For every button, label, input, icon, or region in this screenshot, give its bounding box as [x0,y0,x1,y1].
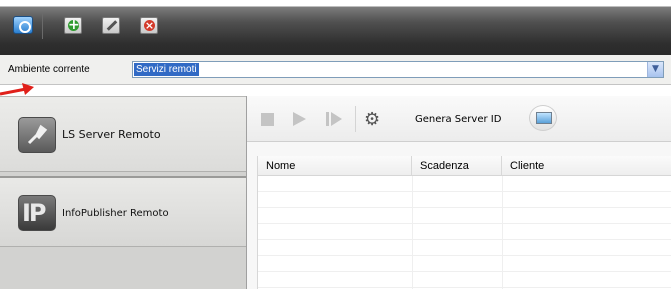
home-button[interactable] [12,14,34,36]
red-arrow-icon [0,83,34,96]
column-header-cliente[interactable]: Cliente [502,156,671,176]
table-row[interactable] [258,224,671,240]
sidebar-item-ls-server[interactable]: LS Server Remoto [0,96,246,172]
add-icon [64,16,82,34]
ls-server-icon [18,117,56,153]
stop-button[interactable] [261,108,275,130]
generate-server-id-label: Genera Server ID [415,113,502,125]
step-forward-icon [326,112,342,126]
column-header-nome[interactable]: Nome [258,156,412,176]
sidebar-item-infopublisher[interactable]: IP InfoPublisher Remoto [0,176,246,247]
table-row[interactable] [258,240,671,256]
toolbar-separator [355,106,356,132]
home-icon [13,16,33,34]
sidebar: LS Server Remoto IP InfoPublisher Remoto [0,96,246,289]
monitor-icon[interactable] [529,105,557,131]
toolbar-separator [42,13,43,39]
table-header: Nome Scadenza Cliente [258,156,671,176]
environment-bar: Ambiente corrente Servizi remoti ▼ [0,55,671,85]
infopublisher-icon: IP [18,195,56,231]
table-row[interactable] [258,208,671,224]
application-window: Ambiente corrente Servizi remoti ▼ LS Se… [0,0,671,289]
chevron-down-icon[interactable]: ▼ [647,62,663,77]
delete-button[interactable] [138,14,160,36]
top-toolbar [0,0,671,55]
edit-button[interactable] [100,14,122,36]
main-panel: ⚙ Genera Server ID Nome Scadenza Cliente [246,96,671,289]
environment-select[interactable]: Servizi remoti ▼ [132,61,664,78]
edit-icon [102,16,120,34]
server-table: Nome Scadenza Cliente [257,156,671,289]
delete-icon [140,16,158,34]
action-toolbar: ⚙ Genera Server ID [247,96,671,142]
settings-button[interactable]: ⚙ [364,108,386,130]
environment-selected-value: Servizi remoti [134,63,199,76]
column-header-scadenza[interactable]: Scadenza [412,156,502,176]
step-forward-button[interactable] [325,108,343,130]
environment-label: Ambiente corrente [8,64,90,75]
table-row[interactable] [258,176,671,192]
play-icon [293,112,306,126]
generate-server-id-button[interactable]: Genera Server ID [415,111,501,127]
gear-icon: ⚙ [364,108,381,130]
sidebar-item-label: LS Server Remoto [62,128,161,141]
table-row[interactable] [258,272,671,288]
add-button[interactable] [62,14,84,36]
stop-icon [261,112,274,126]
table-row[interactable] [258,192,671,208]
play-button[interactable] [291,108,309,130]
table-row[interactable] [258,256,671,272]
sidebar-item-label: InfoPublisher Remoto [62,208,169,219]
